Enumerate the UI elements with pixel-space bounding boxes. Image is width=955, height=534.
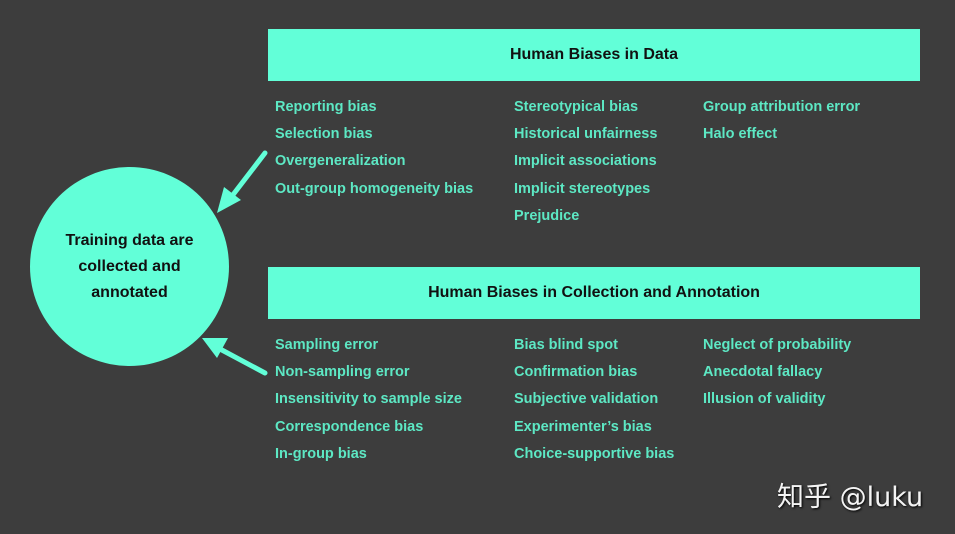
connector-arrows (202, 150, 268, 376)
arrow-from-data-biases (217, 150, 268, 213)
watermark: 知乎 @luku (777, 482, 924, 513)
arrow-from-collection-biases (202, 338, 268, 376)
